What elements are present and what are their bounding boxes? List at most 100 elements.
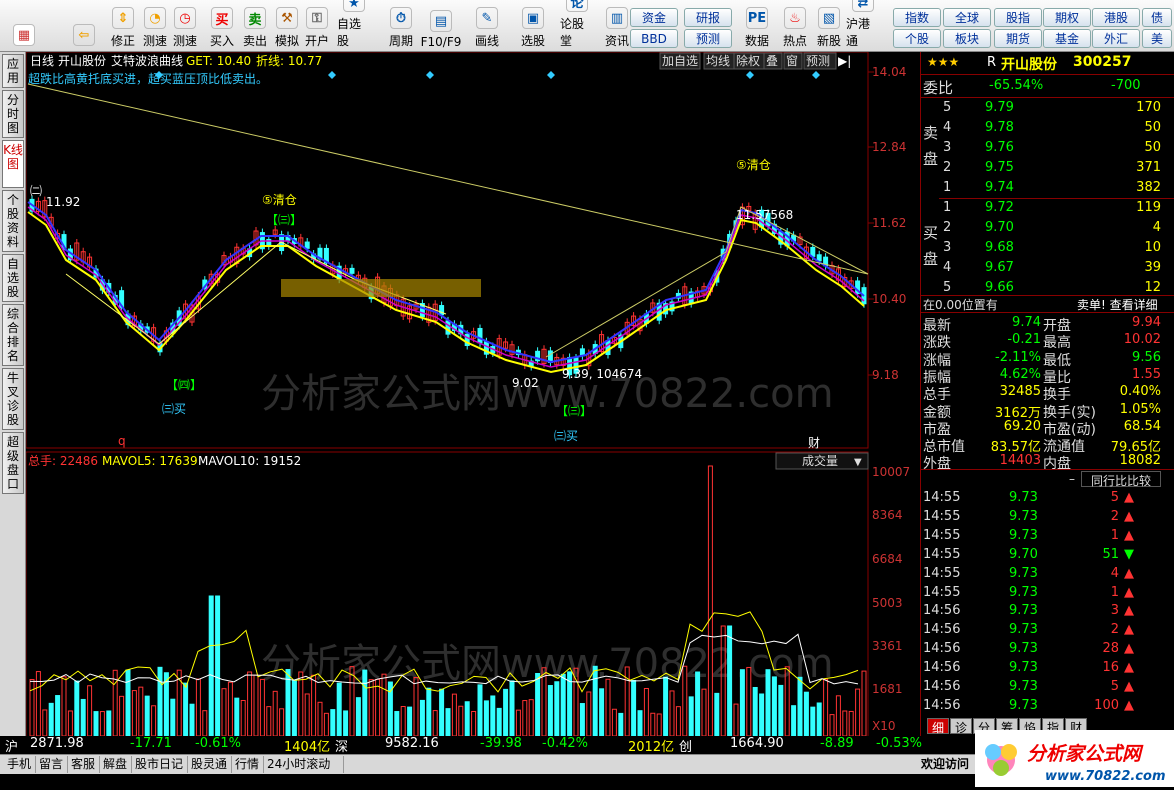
toolbar-button-lock[interactable]: ⚿ 开户 [300, 3, 334, 49]
volume-bar [522, 700, 528, 737]
compare-button[interactable]: 同行比比较 [1081, 471, 1161, 488]
quick-button-15[interactable]: 美 [1142, 29, 1172, 48]
kline-chart[interactable]: 日线 开山股份 艾特波浪曲线 GET: 10.40 折线: 10.77 超跌比高黄托底买进… [25, 51, 920, 743]
watermark: 分析家公式网www.70822.com [261, 371, 834, 417]
chart-header-period: 日线 [30, 54, 54, 68]
arrow-up-icon: ▲ [1124, 584, 1134, 600]
side-tab-7[interactable]: 超级盘口 [2, 432, 24, 494]
hot-icon: ♨ [784, 7, 806, 29]
quick-button-9[interactable]: 债 [1142, 8, 1172, 27]
quick-button-12[interactable]: 期货 [994, 29, 1042, 48]
side-tab-0[interactable]: 应用 [2, 54, 24, 88]
toolbar-button-speed[interactable]: ◔ 测速 [138, 3, 172, 49]
toolbar-button-news[interactable]: ▥ 资讯 [600, 3, 634, 49]
toolbar-button-hammer[interactable]: ⚒ 模拟 [270, 3, 304, 49]
toolbar-button-new-stock[interactable]: ▧ 新股 [812, 3, 846, 49]
side-tab-6[interactable]: 牛叉诊股 [2, 368, 24, 430]
speed-icon: ◔ [144, 7, 166, 29]
annotation-tag3: 【㈢】 [556, 404, 592, 418]
toolbar-button-period[interactable]: ⏱ 周期 [384, 3, 418, 49]
volume-bar [93, 711, 99, 737]
tick-time: 14:56 [923, 697, 961, 713]
volume-bar [272, 690, 278, 737]
volume: 10 [1144, 240, 1161, 255]
annotation-high2: 11.57568 [736, 208, 793, 222]
side-tab-4[interactable]: 自选股 [2, 254, 24, 302]
quick-button-3[interactable]: 预测 [684, 29, 732, 48]
side-tab-2[interactable]: K线图 [2, 140, 24, 188]
level: 3 [943, 140, 952, 155]
tick-row: 14:56 9.73 5 ▲ [921, 678, 1161, 697]
toolbar-button-buy[interactable]: 买买入 [205, 3, 239, 49]
quick-button-7[interactable]: 期权 [1043, 8, 1091, 27]
tick-row: 14:55 9.73 4 ▲ [921, 565, 1161, 584]
toolbar-button-select-stock[interactable]: ▣ 选股 [516, 3, 550, 49]
quick-button-8[interactable]: 港股 [1092, 8, 1140, 27]
bottom-link-7[interactable]: 24小时滚动 [264, 756, 344, 773]
quick-button-2[interactable]: BBD [630, 29, 678, 48]
main-toolbar: ▦ ⇦ ⇕ 修正 ◔ 测速 ◷ 测速买买入卖卖出 ⚒ 模拟 ⚿ 开户 ★ 自选股 ⏱ 周期 ▤ F10/F9 ✎ 画线… [0, 0, 1174, 52]
volume-bar [439, 688, 445, 737]
arrow-up-icon: ▲ [1124, 660, 1134, 676]
indicator-select-label: 成交量 [802, 453, 838, 468]
toolbar-button-label: 热点 [782, 34, 807, 48]
tick-time: 14:55 [923, 490, 961, 505]
volume-bar [835, 695, 841, 737]
tick-volume: 5 [1110, 490, 1119, 505]
stat-row: 总手 32485 换手 0.40% [921, 383, 1161, 403]
volume-bar [791, 705, 797, 737]
side-tab-3[interactable]: 个股资料 [2, 190, 24, 252]
cy-value: 1664.90 [730, 736, 784, 751]
quick-button-11[interactable]: 板块 [943, 29, 991, 48]
quick-button-10[interactable]: 个股 [893, 29, 941, 48]
scroll-right-icon[interactable]: ▶| [838, 54, 851, 68]
toolbar-button-hot[interactable]: ♨ 热点 [778, 3, 812, 49]
quick-button-4[interactable]: 指数 [893, 8, 941, 27]
toolbar-button-label: 修正 [110, 34, 135, 48]
quick-button-1[interactable]: 研报 [684, 8, 732, 27]
toolbar-button-f10[interactable]: ▤ F10/F9 [421, 3, 461, 49]
bottom-link-2[interactable]: 客服 [68, 756, 100, 773]
volume-bar [483, 700, 489, 737]
quote-tab-0[interactable]: 细 [927, 718, 949, 735]
toolbar-button-up-down-arrow[interactable]: ⇕ 修正 [106, 3, 140, 49]
toolbar-button-sell[interactable]: 卖卖出 [238, 3, 272, 49]
bottom-link-4[interactable]: 股市日记 [132, 756, 188, 773]
bottom-link-5[interactable]: 股灵通 [188, 756, 232, 773]
quick-button-5[interactable]: 全球 [943, 8, 991, 27]
toolbar-button-sse-hke[interactable]: ⇄ 沪港通 [846, 0, 880, 49]
volume-bar [336, 682, 342, 737]
toolbar-button-pen[interactable]: ✎ 画线 [470, 3, 504, 49]
volume-bar [823, 678, 829, 737]
quote-tab-1[interactable]: 诊 [950, 718, 972, 735]
quick-button-14[interactable]: 外汇 [1092, 29, 1140, 48]
volume: 4 [1152, 220, 1161, 235]
volume-bar [266, 706, 272, 737]
bottom-link-6[interactable]: 行情 [232, 756, 264, 773]
level: 1 [943, 200, 952, 215]
chevron-down-icon[interactable]: ▼ [854, 457, 862, 468]
side-tab-5[interactable]: 综合排名 [2, 304, 24, 366]
volume: 371 [1136, 160, 1161, 175]
toolbar-button-forum[interactable]: 论论股堂 [560, 0, 594, 49]
bottom-link-1[interactable]: 留言 [36, 756, 68, 773]
side-tabs: 应用 分时图 K线图 个股资料 自选股 综合排名 牛叉诊股 超级盘口 [0, 52, 26, 742]
bottom-link-3[interactable]: 解盘 [100, 756, 132, 773]
sh-change: -17.71 [130, 736, 172, 751]
quick-button-6[interactable]: 股指 [994, 8, 1042, 27]
stat-row: 振幅 4.62% 量比 1.55 [921, 366, 1161, 386]
toolbar-button-pe[interactable]: PE 数据 [740, 3, 774, 49]
quick-button-0[interactable]: 资金 [630, 8, 678, 27]
quick-button-13[interactable]: 基金 [1043, 29, 1091, 48]
price: 9.68 [985, 240, 1014, 255]
volume-bar [221, 688, 227, 737]
toolbar-button-star-list[interactable]: ★ 自选股 [337, 0, 371, 49]
bottom-link-0[interactable]: 手机 [4, 756, 36, 773]
toolbar-button-flag[interactable]: ▦ [6, 3, 42, 49]
side-tab-1[interactable]: 分时图 [2, 90, 24, 138]
toolbar-button-back-arrow[interactable]: ⇦ [66, 3, 102, 49]
position-text: 在0.00位置有 [923, 298, 998, 312]
volume-bar [151, 705, 157, 737]
volume-bar [119, 695, 125, 737]
toolbar-button-clock[interactable]: ◷ 测速 [168, 3, 202, 49]
